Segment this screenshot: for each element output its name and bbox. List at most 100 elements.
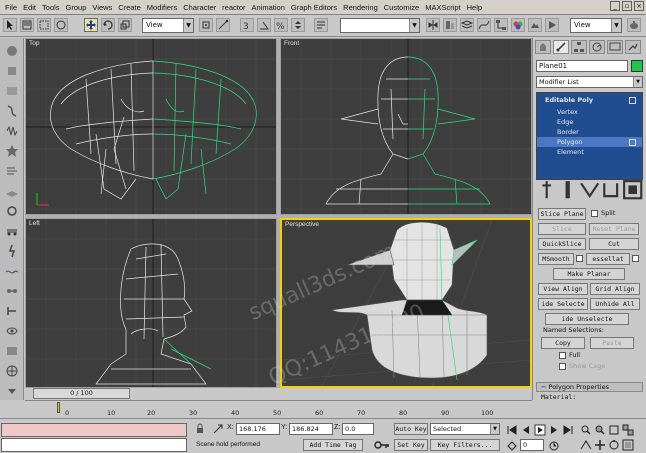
menu-edit[interactable]: Edit [20,0,39,15]
maxscript-listener-input[interactable] [1,438,187,452]
teapot-render-icon[interactable] [627,18,641,32]
time-slider[interactable]: 0 / 100 [33,388,130,399]
utilities-tab-icon[interactable] [625,40,641,54]
water-icon[interactable] [5,264,19,278]
menu-character[interactable]: Character [180,0,219,15]
curve-editor-icon[interactable] [477,18,491,32]
menu-create[interactable]: Create [115,0,144,15]
hide-unselected-button[interactable]: ide Unselecte [545,313,629,325]
selection-lock-icon[interactable] [194,423,206,435]
constraint-icon[interactable] [5,284,19,298]
pivot-icon[interactable] [199,18,213,32]
zoom-all-icon[interactable] [594,424,606,436]
previous-frame-icon[interactable] [520,424,532,436]
play-icon[interactable] [534,424,546,436]
pan-icon[interactable] [594,439,606,451]
schematic-view-icon[interactable] [494,18,508,32]
menu-maxscript[interactable]: MAXScript [422,0,463,15]
menu-help[interactable]: Help [464,0,485,15]
maxscript-listener-output[interactable] [1,423,187,437]
align-icon[interactable] [443,18,457,32]
stack-toggle-icon[interactable] [629,139,636,146]
configure-sets-icon[interactable] [622,179,643,200]
fracture-icon[interactable] [5,244,19,258]
layer-manager-icon[interactable] [460,18,474,32]
maximize-viewport-icon[interactable] [622,439,634,451]
stack-item-vertex[interactable]: Vertex [537,107,642,117]
hide-selected-button[interactable]: ide Selecte [538,298,588,310]
current-frame-field[interactable]: 0 [520,439,544,451]
material-editor-icon[interactable] [511,18,525,32]
preview-icon[interactable] [5,324,19,338]
rope-icon[interactable] [5,104,19,118]
x-coordinate-field[interactable]: 168.176 [236,423,280,435]
viewport-label-perspective[interactable]: Perspective [285,221,319,228]
make-planar-button[interactable]: Make Planar [553,268,625,280]
named-selection-icon[interactable] [314,18,328,32]
msmooth-button[interactable]: MSmooth [538,253,574,265]
rect-select-icon[interactable] [37,18,51,32]
time-marker-icon[interactable] [57,402,60,413]
select-manipulate-icon[interactable] [216,18,230,32]
stack-item-edge[interactable]: Edge [537,117,642,127]
rigid-body-icon[interactable] [5,64,19,78]
menu-reactor[interactable]: reactor [219,0,248,15]
y-coordinate-field[interactable]: 186.824 [289,423,333,435]
display-tab-icon[interactable] [607,40,623,54]
go-to-start-icon[interactable] [506,424,518,436]
reactor-tool-icon[interactable] [5,44,19,58]
analyze-world-icon[interactable] [5,364,19,378]
menu-group[interactable]: Group [63,0,90,15]
hinge-icon[interactable] [5,304,19,318]
menu-rendering[interactable]: Rendering [340,0,381,15]
named-selection-set-dropdown[interactable]: ▼ [340,18,420,33]
make-unique-icon[interactable] [579,179,600,200]
spring-icon[interactable] [5,124,19,138]
pin-stack-icon[interactable] [536,179,557,200]
stack-item-element[interactable]: Element [537,147,642,157]
auto-key-button[interactable]: Auto Key [394,423,428,435]
tessellate-settings-icon[interactable] [632,255,639,262]
menu-animation[interactable]: Animation [249,0,288,15]
arc-rotate-icon[interactable] [608,439,620,451]
modifier-list-dropdown[interactable]: Modifier List ▼ [536,76,643,88]
angle-snap-icon[interactable] [257,18,271,32]
stack-item-polygon[interactable]: Polygon [537,137,642,147]
key-icon[interactable] [374,439,390,451]
stack-editable-poly[interactable]: Editable Poly [537,95,642,105]
add-time-tag-button[interactable]: Add Time Tag [303,439,363,451]
object-color-swatch[interactable] [631,60,643,72]
snap-3-icon[interactable]: 3 [240,18,254,32]
viewport-top[interactable]: Top [25,38,277,215]
track-bar[interactable]: 0 10 20 30 40 50 60 70 80 90 100 [25,400,532,418]
show-cage-checkbox[interactable] [559,363,566,370]
reset-plane-button[interactable]: Reset Plane [589,223,639,235]
full-checkbox[interactable] [559,352,566,359]
menu-modifiers[interactable]: Modifiers [144,0,180,15]
render-type-dropdown[interactable]: View ▼ [570,18,622,33]
menu-tools[interactable]: Tools [39,0,63,15]
remove-modifier-icon[interactable] [600,179,621,200]
msmooth-settings-icon[interactable] [576,255,583,262]
select-by-name-icon[interactable] [20,18,34,32]
viewport-left[interactable]: Left [25,218,277,388]
plane-icon[interactable] [5,184,19,198]
restore-icon[interactable]: ▫ [622,1,632,11]
show-end-result-icon[interactable] [557,179,578,200]
menu-file[interactable]: File [2,0,20,15]
window-crossing-icon[interactable] [54,18,68,32]
object-name-field[interactable]: Plane01 [536,60,628,72]
move-icon[interactable] [84,18,98,32]
time-config-icon[interactable] [548,440,560,452]
polygon-properties-rollout[interactable]: − Polygon Properties [536,382,643,392]
split-checkbox[interactable] [591,210,598,217]
hierarchy-tab-icon[interactable] [571,40,587,54]
menu-graph-editors[interactable]: Graph Editors [288,0,340,15]
set-key-button[interactable]: Set Key [394,439,428,451]
toy-car-icon[interactable] [5,224,19,238]
tessellate-button[interactable]: essellat [586,253,630,265]
quick-render-icon[interactable] [545,18,559,32]
viewport-perspective[interactable]: Perspective [280,218,532,388]
stack-toggle-icon[interactable] [629,97,636,104]
next-frame-icon[interactable] [548,424,560,436]
